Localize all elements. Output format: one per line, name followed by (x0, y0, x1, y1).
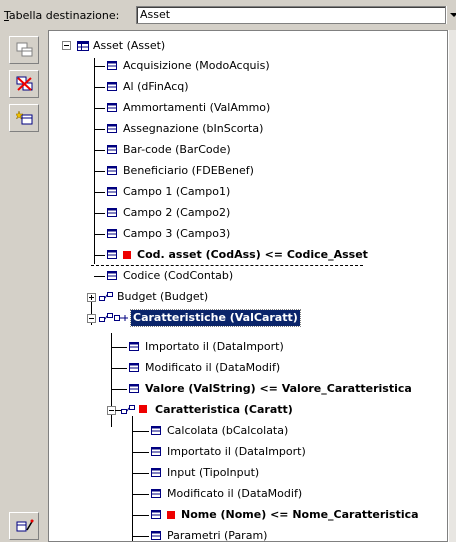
field-icon (107, 166, 117, 175)
tree-connector (94, 255, 105, 256)
field-label: Campo 2 (Campo2) (123, 206, 231, 219)
expand-toggle[interactable] (87, 293, 96, 302)
tree-connector (94, 66, 105, 67)
field-label: Parametri (Param) (167, 529, 268, 542)
field-icon (151, 468, 161, 477)
vertical-scrollbar[interactable] (448, 30, 456, 542)
tree-connector (94, 150, 105, 151)
tree-connector (94, 129, 105, 130)
field-icon (107, 271, 117, 280)
tree-connector (132, 494, 149, 495)
field-icon (151, 510, 161, 519)
field-label: Importato il (DataImport) (145, 340, 284, 353)
dropdown-arrow-icon[interactable] (446, 6, 456, 24)
field-icon (151, 426, 161, 435)
link-label: Caratteristiche (ValCaratt) (130, 309, 301, 327)
field-label: Cod. asset (CodAss) <= Codice_Asset (137, 248, 368, 261)
tree-connector (94, 108, 105, 109)
tree-connector (94, 213, 105, 214)
field-icon (107, 61, 117, 70)
field-label: Codice (CodContab) (123, 269, 234, 282)
mapping-separator (91, 265, 363, 266)
field-icon (107, 229, 117, 238)
tree-connector (111, 347, 127, 348)
field-icon (107, 145, 117, 154)
field-icon (151, 447, 161, 456)
field-label: Ammortamenti (ValAmmo) (123, 101, 271, 114)
collapse-toggle[interactable] (62, 41, 71, 50)
tree-connector (132, 452, 149, 453)
field-mapping-tree[interactable]: Asset (Asset) Acquisizione (ModoAcquis) A… (48, 30, 448, 542)
field-icon (107, 250, 117, 259)
field-icon (107, 103, 117, 112)
tree-connector (132, 473, 149, 474)
field-icon (107, 82, 117, 91)
key-marker (167, 511, 175, 519)
link-icon (99, 292, 113, 301)
mapping-wizard-button[interactable] (9, 512, 39, 540)
destination-table-label: Tabella destinazione: (4, 9, 120, 22)
destination-bar: Tabella destinazione: Asset (0, 0, 456, 30)
collapse-toggle[interactable] (87, 314, 96, 323)
tree-connector (94, 87, 105, 88)
multi-link-icon (99, 313, 128, 322)
table-copy-icon (16, 42, 33, 57)
field-icon (129, 342, 139, 351)
copy-table-button[interactable] (9, 36, 39, 64)
field-label: Campo 1 (Campo1) (123, 185, 231, 198)
field-label: Assegnazione (bInScorta) (123, 122, 264, 135)
field-icon (129, 363, 139, 372)
mapping-wizard-icon (16, 519, 34, 532)
field-label: Input (TipoInput) (167, 466, 260, 479)
tree-connector (132, 431, 149, 432)
field-label: Valore (ValString) <= Valore_Caratterist… (145, 382, 412, 395)
delete-link-button[interactable] (9, 70, 39, 98)
add-field-button[interactable] (9, 104, 39, 132)
left-toolbar (0, 30, 48, 542)
tree-connector (132, 515, 149, 516)
field-icon (151, 489, 161, 498)
tree-connector (94, 171, 105, 172)
link-label: Budget (Budget) (117, 290, 209, 303)
field-icon (129, 384, 139, 393)
tree-connector (94, 192, 105, 193)
field-add-icon (16, 110, 33, 125)
field-label: Calcolata (bCalcolata) (167, 424, 289, 437)
field-label: Beneficiario (FDEBenef) (123, 164, 254, 177)
field-label: Modificato il (DataModif) (145, 361, 281, 374)
tree-connector (111, 368, 127, 369)
tree-connector (132, 536, 149, 537)
field-label: Campo 3 (Campo3) (123, 227, 231, 240)
tree-connector (111, 389, 127, 390)
field-label: Bar-code (BarCode) (123, 143, 231, 156)
table-icon (77, 41, 89, 51)
tree-connector (94, 276, 105, 277)
destination-table-combobox[interactable]: Asset (136, 6, 446, 24)
field-icon (151, 531, 161, 540)
field-label: Modificato il (DataModif) (167, 487, 303, 500)
tree-connector (94, 234, 105, 235)
key-marker (139, 405, 147, 413)
table-link-delete-icon (16, 76, 33, 91)
field-icon (107, 124, 117, 133)
link-icon (121, 405, 135, 414)
field-label: Importato il (DataImport) (167, 445, 306, 458)
key-marker (123, 251, 131, 259)
tree-connector (132, 416, 133, 541)
field-label: Acquisizione (ModoAcquis) (123, 59, 270, 72)
field-label: Al (dFinAcq) (123, 80, 189, 93)
field-label: Nome (Nome) <= Nome_Caratteristica (181, 508, 419, 521)
field-icon (107, 208, 117, 217)
field-icon (107, 187, 117, 196)
